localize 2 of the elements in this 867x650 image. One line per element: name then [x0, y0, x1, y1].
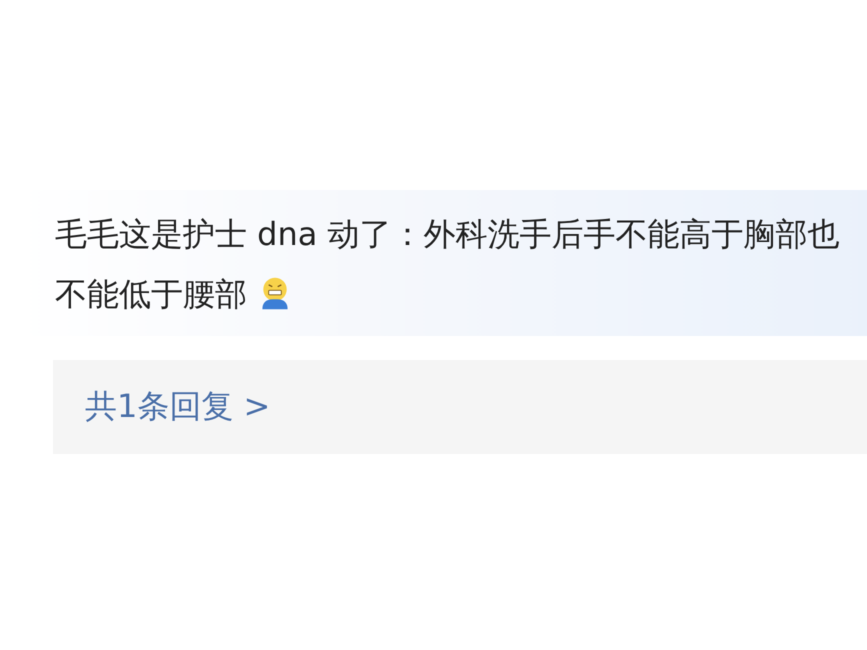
replies-link[interactable]: 共1条回复 > — [85, 385, 270, 429]
comment-text: 毛毛这是护士 dna 动了：外科洗手后手不能高于胸部也不能低于腰部 — [55, 214, 841, 315]
